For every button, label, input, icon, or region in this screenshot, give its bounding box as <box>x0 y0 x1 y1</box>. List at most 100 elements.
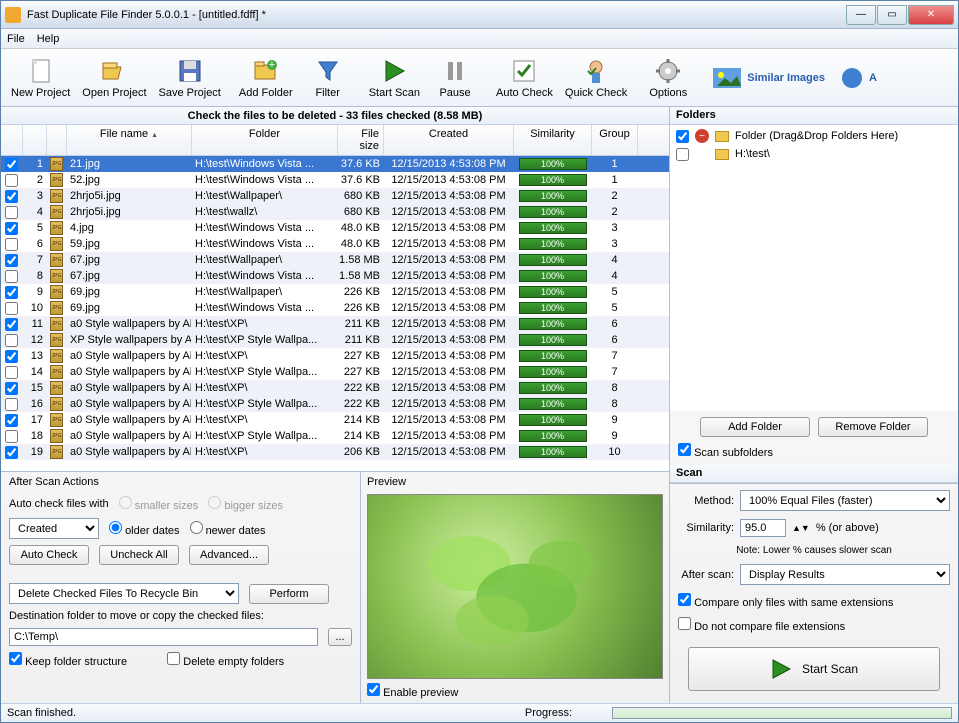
row-checkbox[interactable] <box>5 318 18 331</box>
row-checkbox[interactable] <box>5 238 18 251</box>
titlebar[interactable]: Fast Duplicate File Finder 5.0.0.1 - [un… <box>1 1 958 29</box>
row-checkbox[interactable] <box>5 334 18 347</box>
table-row[interactable]: 19JPGa0 Style wallpapers by AhrH:\test\X… <box>1 444 669 460</box>
row-checkbox[interactable] <box>5 206 18 219</box>
similarity-bar: 100% <box>519 206 587 218</box>
advanced-button[interactable]: Advanced... <box>189 545 269 565</box>
row-checkbox[interactable] <box>5 398 18 411</box>
row-checkbox[interactable] <box>5 190 18 203</box>
keep-structure-checkbox[interactable] <box>9 652 22 665</box>
auto-check-button[interactable]: Auto Check <box>490 52 559 104</box>
col-folder[interactable]: Folder <box>192 125 338 155</box>
new-project-button[interactable]: New Project <box>5 52 76 104</box>
table-row[interactable]: 3JPG2hrjo5i.jpgH:\test\Wallpaper\680 KB1… <box>1 188 669 204</box>
row-checkbox[interactable] <box>5 270 18 283</box>
table-row[interactable]: 17JPGa0 Style wallpapers by AhrH:\test\X… <box>1 412 669 428</box>
col-similarity[interactable]: Similarity <box>514 125 592 155</box>
folder-checkbox[interactable] <box>676 148 689 161</box>
col-filename[interactable]: File name <box>67 125 192 155</box>
file-grid[interactable]: File name Folder File size Created Simil… <box>1 125 669 471</box>
table-row[interactable]: 15JPGa0 Style wallpapers by AhrH:\test\X… <box>1 380 669 396</box>
table-row[interactable]: 2JPG52.jpgH:\test\Windows Vista ...37.6 … <box>1 172 669 188</box>
table-row[interactable]: 14JPGa0 Style wallpapers by AhrH:\test\X… <box>1 364 669 380</box>
folder-row[interactable]: H:\test\ <box>672 145 956 163</box>
similar-images-link[interactable]: Similar Images <box>713 68 825 88</box>
row-checkbox[interactable] <box>5 446 18 459</box>
minimize-button[interactable]: — <box>846 5 876 25</box>
row-checkbox[interactable] <box>5 382 18 395</box>
maximize-button[interactable]: ▭ <box>877 5 907 25</box>
row-checkbox[interactable] <box>5 414 18 427</box>
table-row[interactable]: 12JPGXP Style wallpapers by AhrH:\test\X… <box>1 332 669 348</box>
folder-placeholder-row[interactable]: − Folder (Drag&Drop Folders Here) <box>672 127 956 145</box>
table-row[interactable]: 18JPGa0 Style wallpapers by AhrH:\test\X… <box>1 428 669 444</box>
auto-check-button[interactable]: Auto Check <box>9 545 89 565</box>
table-row[interactable]: 7JPG67.jpgH:\test\Wallpaper\1.58 MB12/15… <box>1 252 669 268</box>
extra-link[interactable]: A <box>841 67 877 89</box>
auto-check-label: Auto check files with <box>9 498 109 510</box>
dest-folder-input[interactable] <box>9 628 318 646</box>
table-row[interactable]: 10JPG69.jpgH:\test\Windows Vista ...226 … <box>1 300 669 316</box>
delete-empty-checkbox[interactable] <box>167 652 180 665</box>
statusbar: Scan finished. Progress: <box>1 703 958 722</box>
quick-check-button[interactable]: Quick Check <box>559 52 633 104</box>
table-row[interactable]: 5JPG4.jpgH:\test\Windows Vista ...48.0 K… <box>1 220 669 236</box>
row-checkbox[interactable] <box>5 350 18 363</box>
auto-check-field-select[interactable]: Created <box>9 518 99 539</box>
options-button[interactable]: Options <box>639 52 697 104</box>
grid-header: Check the files to be deleted - 33 files… <box>1 107 669 125</box>
enable-preview-checkbox[interactable] <box>367 683 380 696</box>
delete-action-select[interactable]: Delete Checked Files To Recycle Bin <box>9 583 239 604</box>
col-created[interactable]: Created <box>384 125 514 155</box>
perform-button[interactable]: Perform <box>249 584 329 604</box>
radio-older[interactable] <box>109 521 122 534</box>
row-checkbox[interactable] <box>5 302 18 315</box>
row-checkbox[interactable] <box>5 222 18 235</box>
table-row[interactable]: 13JPGa0 Style wallpapers by AhrH:\test\X… <box>1 348 669 364</box>
col-group[interactable]: Group <box>592 125 638 155</box>
method-select[interactable]: 100% Equal Files (faster) <box>740 490 950 511</box>
add-folder-button[interactable]: Add Folder <box>700 417 810 437</box>
save-project-button[interactable]: Save Project <box>153 52 227 104</box>
table-row[interactable]: 6JPG59.jpgH:\test\Windows Vista ...48.0 … <box>1 236 669 252</box>
row-checkbox[interactable] <box>5 174 18 187</box>
remove-folder-button[interactable]: Remove Folder <box>818 417 928 437</box>
row-checkbox[interactable] <box>5 366 18 379</box>
auto-check-icon <box>510 57 538 85</box>
compare-ext-checkbox[interactable] <box>678 593 691 606</box>
row-checkbox[interactable] <box>5 430 18 443</box>
table-row[interactable]: 11JPGa0 Style wallpapers by AhrH:\test\X… <box>1 316 669 332</box>
close-button[interactable]: ✕ <box>908 5 954 25</box>
pause-button[interactable]: Pause <box>426 52 484 104</box>
folder-checkbox[interactable] <box>676 130 689 143</box>
uncheck-all-button[interactable]: Uncheck All <box>99 545 179 565</box>
filter-button[interactable]: Filter <box>299 52 357 104</box>
start-scan-button[interactable]: Start Scan <box>688 647 940 691</box>
browse-button[interactable]: ... <box>328 628 352 646</box>
row-checkbox[interactable] <box>5 286 18 299</box>
add-folder-button[interactable]: +Add Folder <box>233 52 299 104</box>
radio-newer[interactable] <box>190 521 203 534</box>
similarity-input[interactable] <box>740 519 786 537</box>
similarity-bar: 100% <box>519 382 587 394</box>
no-compare-ext-checkbox[interactable] <box>678 617 691 630</box>
table-row[interactable]: 8JPG67.jpgH:\test\Windows Vista ...1.58 … <box>1 268 669 284</box>
scan-note: Note: Lower % causes slower scan <box>678 545 950 556</box>
open-project-button[interactable]: Open Project <box>76 52 152 104</box>
menu-file[interactable]: File <box>7 33 25 45</box>
start-scan-button[interactable]: Start Scan <box>363 52 426 104</box>
table-row[interactable]: 9JPG69.jpgH:\test\Wallpaper\226 KB12/15/… <box>1 284 669 300</box>
row-checkbox[interactable] <box>5 254 18 267</box>
similarity-bar: 100% <box>519 350 587 362</box>
table-row[interactable]: 4JPG2hrjo5i.jpgH:\test\wallz\680 KB12/15… <box>1 204 669 220</box>
table-row[interactable]: 1JPG21.jpgH:\test\Windows Vista ...37.6 … <box>1 156 669 172</box>
col-size[interactable]: File size <box>338 125 384 155</box>
scan-subfolders-checkbox[interactable] <box>678 443 691 456</box>
table-row[interactable]: 16JPGa0 Style wallpapers by AhrH:\test\X… <box>1 396 669 412</box>
minus-icon: − <box>695 129 709 143</box>
row-checkbox[interactable] <box>5 158 18 171</box>
folders-list[interactable]: − Folder (Drag&Drop Folders Here) H:\tes… <box>670 125 958 411</box>
jpg-icon: JPG <box>50 189 63 203</box>
menu-help[interactable]: Help <box>37 33 60 45</box>
after-scan-select[interactable]: Display Results <box>740 564 950 585</box>
